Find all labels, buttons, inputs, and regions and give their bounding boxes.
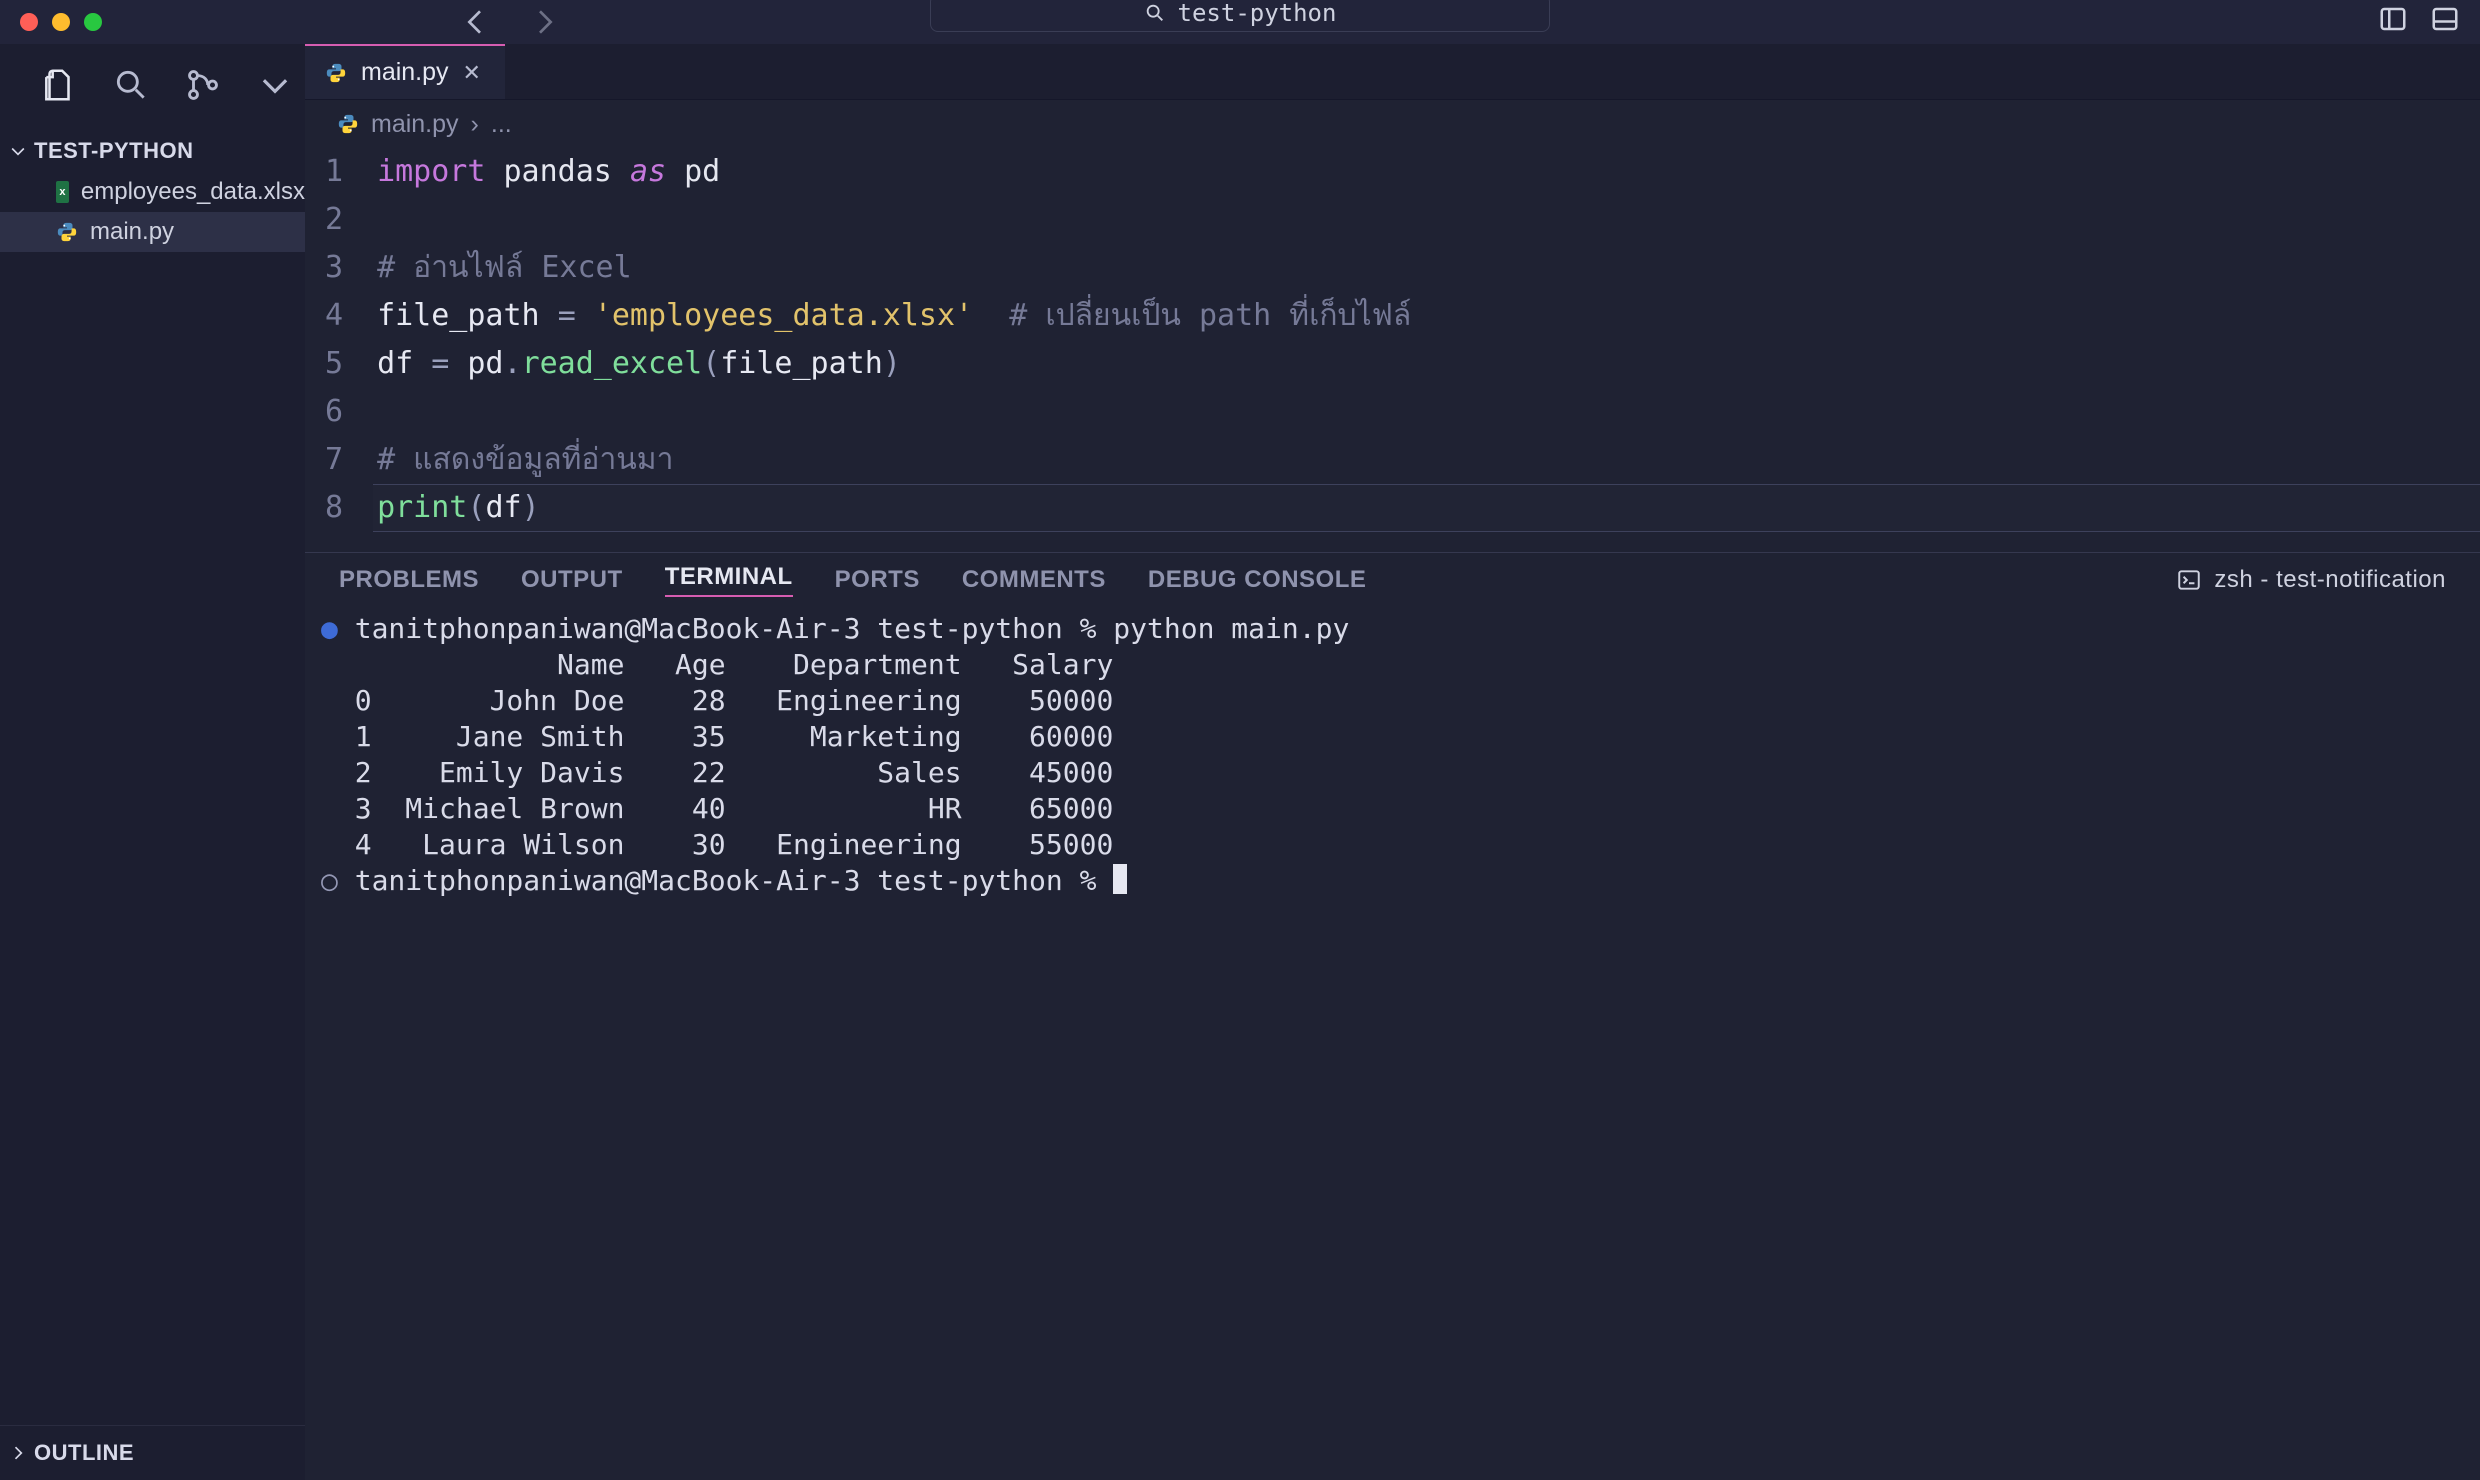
code-editor[interactable]: 12345678 import pandas as pd # อ่านไฟล์ … <box>305 148 2480 532</box>
minimize-window-button[interactable] <box>52 13 70 31</box>
breadcrumb-file: main.py <box>371 110 459 139</box>
search-activity-icon[interactable] <box>112 66 150 110</box>
panel-tab-problems[interactable]: PROBLEMS <box>339 566 479 594</box>
terminal-info[interactable]: zsh - test-notification <box>2176 566 2446 594</box>
terminal-type: zsh - test-notification <box>2214 566 2446 594</box>
file-item[interactable]: x employees_data.xlsx <box>0 172 305 212</box>
panel-tab-comments[interactable]: COMMENTS <box>962 566 1106 594</box>
panel-tab-ports[interactable]: PORTS <box>835 566 920 594</box>
title-bar: test-python <box>0 0 2480 44</box>
maximize-window-button[interactable] <box>84 13 102 31</box>
line-gutter: 12345678 <box>325 148 377 532</box>
file-name: main.py <box>90 218 174 246</box>
outline-section-header[interactable]: OUTLINE <box>0 1425 305 1480</box>
terminal-icon <box>2176 567 2202 593</box>
command-center[interactable]: test-python <box>930 0 1550 32</box>
editor-area: main.py ✕ main.py › ... 12345678 import … <box>305 44 2480 1480</box>
activity-bar <box>0 44 305 128</box>
file-tree: x employees_data.xlsx main.py <box>0 172 305 252</box>
panel-tabs: PROBLEMS OUTPUT TERMINAL PORTS COMMENTS DEBUG… <box>305 553 2480 607</box>
back-button[interactable] <box>460 6 492 38</box>
explorer-icon[interactable] <box>40 66 78 110</box>
panel-tab-debug-console[interactable]: DEBUG CONSOLE <box>1148 566 1367 594</box>
python-icon <box>337 113 359 135</box>
forward-button[interactable] <box>528 6 560 38</box>
outline-label: OUTLINE <box>34 1440 134 1466</box>
chevron-right-icon: › <box>471 110 479 139</box>
code-body[interactable]: import pandas as pd # อ่านไฟล์ Excelfile… <box>377 148 2480 532</box>
explorer-section-header[interactable]: TEST-PYTHON <box>0 128 305 172</box>
file-item[interactable]: main.py <box>0 212 305 252</box>
window-controls <box>20 13 102 31</box>
chevron-down-icon[interactable] <box>256 66 294 110</box>
close-window-button[interactable] <box>20 13 38 31</box>
panel-tab-terminal[interactable]: TERMINAL <box>665 563 793 597</box>
breadcrumb-more: ... <box>491 110 512 139</box>
excel-icon: x <box>56 181 69 203</box>
search-text: test-python <box>1178 0 1337 27</box>
chevron-right-icon <box>8 1443 28 1463</box>
close-tab-button[interactable]: ✕ <box>463 60 481 86</box>
tab-label: main.py <box>361 58 449 87</box>
breadcrumb[interactable]: main.py › ... <box>305 100 2480 148</box>
file-name: employees_data.xlsx <box>81 178 305 206</box>
nav-arrows <box>460 6 560 38</box>
python-icon <box>325 62 347 84</box>
bottom-panel: PROBLEMS OUTPUT TERMINAL PORTS COMMENTS DEBUG… <box>305 552 2480 1480</box>
tab-strip: main.py ✕ <box>305 44 2480 100</box>
toggle-panel-icon[interactable] <box>2430 4 2460 40</box>
python-icon <box>56 221 78 243</box>
panel-tab-output[interactable]: OUTPUT <box>521 566 623 594</box>
project-name: TEST-PYTHON <box>34 138 194 164</box>
terminal[interactable]: ● tanitphonpaniwan@MacBook-Air-3 test-py… <box>305 607 2480 1480</box>
source-control-icon[interactable] <box>184 66 222 110</box>
search-icon <box>1144 2 1166 24</box>
sidebar: TEST-PYTHON xemployees_data.xlsxmain.py … <box>0 44 305 1480</box>
tab-main-py[interactable]: main.py ✕ <box>305 44 505 99</box>
chevron-down-icon <box>8 141 28 161</box>
toggle-sidebar-icon[interactable] <box>2378 4 2408 40</box>
layout-controls <box>2378 4 2460 40</box>
